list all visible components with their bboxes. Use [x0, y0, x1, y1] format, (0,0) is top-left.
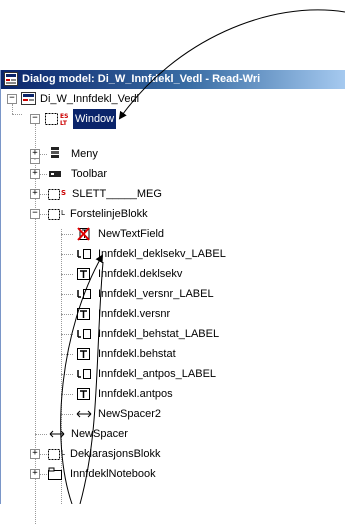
- tree-node-child[interactable]: Innfdekl_antpos_LABEL: [1, 364, 345, 384]
- collapse-toggle[interactable]: −: [7, 94, 17, 104]
- label-icon: [77, 289, 91, 299]
- expand-toggle[interactable]: +: [30, 449, 40, 459]
- menu-icon: [51, 147, 59, 158]
- textfield-icon: [77, 388, 90, 400]
- dialog-model-window: Dialog model: Di_W_Innfdekl_Vedl - Read-…: [0, 70, 345, 524]
- tree-node-label: SLETT_____MEG: [72, 188, 162, 200]
- expand-toggle[interactable]: +: [30, 189, 40, 199]
- tree-node-label: DeklarasjonsBlokk: [70, 448, 161, 460]
- tree-node-label: ForstelinjeBlokk: [70, 208, 148, 220]
- tree-node-label-selected: Window: [73, 109, 117, 129]
- window-icon: ES LT: [45, 113, 68, 126]
- tree-node-label: Innfdekl.antpos: [98, 388, 173, 400]
- svg-text:L: L: [61, 209, 65, 217]
- spacer-icon: [76, 410, 92, 418]
- svg-text:L: L: [61, 449, 65, 457]
- title-bar[interactable]: Dialog model: Di_W_Innfdekl_Vedl - Read-…: [1, 70, 345, 89]
- tree-node-meny-content[interactable]: + Meny: [1, 144, 345, 164]
- label-icon: [77, 329, 91, 339]
- textfield-icon: [77, 268, 90, 280]
- svg-text:S: S: [61, 189, 66, 197]
- svg-text:ES: ES: [60, 113, 68, 120]
- tree-node-child[interactable]: Innfdekl.antpos: [1, 384, 345, 404]
- tree-node-child[interactable]: Innfdekl_behstat_LABEL: [1, 324, 345, 344]
- tree-node-label: Toolbar: [71, 168, 108, 180]
- tree-node-child[interactable]: Innfdekl_deklsekv_LABEL: [1, 244, 345, 264]
- dialog-model-icon: [4, 72, 18, 86]
- tree-node-label: Innfdekl_deklsekv_LABEL: [98, 248, 226, 260]
- tree-node-child[interactable]: Innfdekl.deklsekv: [1, 264, 345, 284]
- block-icon: L: [48, 209, 65, 220]
- tree-node-child[interactable]: Innfdekl.behstat: [1, 344, 345, 364]
- tree-node-label: Innfdekl_antpos_LABEL: [98, 368, 217, 380]
- svg-text:LT: LT: [60, 120, 68, 126]
- tree-node-label: Innfdekl_behstat_LABEL: [98, 328, 220, 340]
- tree-node-label: Innfdekl_versnr_LABEL: [98, 288, 214, 300]
- tree-node-deklarasjonsblokk[interactable]: + L DeklarasjonsBlokk: [1, 444, 345, 464]
- tree-node-label: InnfdeklNotebook: [70, 468, 156, 480]
- spacer-icon: [49, 430, 65, 438]
- tree-node-forstelinjeblokk[interactable]: − L ForstelinjeBlokk: [1, 204, 345, 224]
- tree-node-label: NewSpacer: [71, 428, 128, 440]
- tree-node-child[interactable]: Innfdekl.versnr: [1, 304, 345, 324]
- textfield-icon: [77, 308, 90, 320]
- window-title: Dialog model: Di_W_Innfdekl_Vedl - Read-…: [22, 73, 261, 85]
- tree-node-newspacer[interactable]: NewSpacer: [1, 424, 345, 444]
- dialog-model-icon: [21, 92, 36, 105]
- tree-node-label: Innfdekl.deklsekv: [98, 268, 183, 280]
- tree-node-child[interactable]: Innfdekl_versnr_LABEL: [1, 284, 345, 304]
- tree-view[interactable]: − Di_W_Innfdekl_Vedl − ES LT Window + +: [1, 89, 345, 524]
- tree-node-label: Meny: [71, 148, 98, 160]
- expand-toggle[interactable]: +: [30, 169, 40, 179]
- tree-node-root[interactable]: − Di_W_Innfdekl_Vedl: [1, 89, 345, 109]
- notebook-icon: [48, 467, 62, 480]
- tree-node-window[interactable]: − ES LT Window: [1, 109, 345, 129]
- tree-node-label: NewSpacer2: [98, 408, 161, 420]
- label-icon: [77, 249, 91, 259]
- textfield-icon: [77, 348, 90, 360]
- label-icon: [77, 369, 91, 379]
- collapse-toggle[interactable]: −: [30, 114, 40, 124]
- tree-node-label: Innfdekl.behstat: [98, 348, 176, 360]
- collapse-toggle[interactable]: −: [30, 209, 40, 219]
- tree-node-innfdeklnotebook[interactable]: + InnfdeklNotebook: [1, 464, 345, 484]
- tree-node-toolbar[interactable]: + Toolbar: [1, 164, 345, 184]
- expand-toggle[interactable]: +: [30, 149, 40, 159]
- tree-node-label: Di_W_Innfdekl_Vedl: [40, 93, 140, 105]
- tree-node-label: Innfdekl.versnr: [98, 308, 171, 320]
- red-x-textfield-icon: [77, 227, 90, 241]
- tree-node-slett[interactable]: + S SLETT_____MEG: [1, 184, 345, 204]
- toolbar-icon: [49, 171, 61, 177]
- block-icon: S: [48, 189, 66, 200]
- expand-toggle[interactable]: +: [30, 469, 40, 479]
- tree-node-child[interactable]: NewSpacer2: [1, 404, 345, 424]
- block-icon: L: [48, 449, 65, 460]
- tree-node-label: NewTextField: [98, 228, 165, 240]
- tree-node-child[interactable]: NewTextField: [1, 224, 345, 244]
